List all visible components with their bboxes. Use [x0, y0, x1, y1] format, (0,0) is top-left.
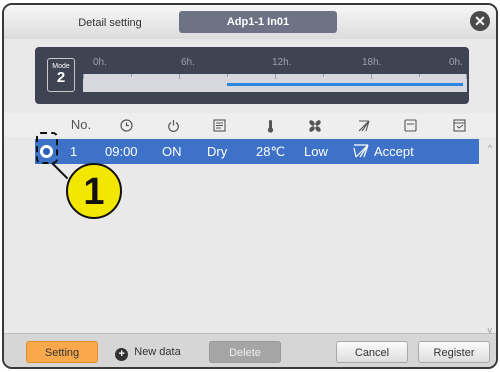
row-mode: Dry — [207, 144, 228, 159]
tab-unit-name[interactable]: Adp1-1 In01 — [179, 11, 337, 33]
timeline-tick — [83, 74, 84, 79]
clock-icon — [116, 116, 136, 134]
timeline-tick — [419, 74, 420, 77]
power-icon — [163, 116, 183, 134]
thermometer-icon — [260, 116, 280, 134]
timeline-tick — [371, 74, 372, 79]
timeline-tick — [227, 74, 228, 77]
table-row[interactable]: 1 09:00 ON Dry 28℃ Low Accept — [35, 139, 479, 164]
mode-icon — [209, 116, 229, 134]
timeline-tick — [466, 74, 467, 79]
timeline-tick — [131, 74, 132, 77]
hour-label-18: 18h. — [362, 57, 382, 68]
setting-button[interactable]: Setting — [26, 341, 98, 363]
delete-button[interactable]: Delete — [209, 341, 281, 363]
register-button[interactable]: Register — [418, 341, 490, 363]
row-time: 09:00 — [105, 144, 138, 159]
callout-highlight-box — [36, 132, 58, 164]
hour-label-0: 0h. — [93, 57, 107, 68]
title-bar: Detail setting Adp1-1 In01 ✕ — [4, 5, 496, 39]
permission-icon — [449, 116, 469, 134]
row-temp: 28℃ — [256, 144, 286, 159]
hour-label-12: 12h. — [272, 57, 292, 68]
operation-period-bar — [227, 83, 463, 86]
swing-icon — [353, 143, 369, 161]
schedule-timeline: Mode 2 0h. 6h. 12h. 18h. 0h. — [35, 47, 469, 104]
timeline-tick — [179, 74, 180, 79]
new-data-button[interactable]: + New data — [102, 341, 194, 363]
hour-label-24: 0h. — [449, 57, 463, 68]
scroll-up-icon[interactable]: ^ — [488, 143, 492, 153]
row-permission: Accept — [374, 144, 414, 159]
button-bar: Setting + New data Delete Cancel Register — [4, 333, 496, 367]
cancel-button[interactable]: Cancel — [336, 341, 408, 363]
timeline-track — [83, 74, 467, 92]
timeline-tick — [275, 74, 276, 79]
column-headers: No. — [4, 113, 496, 137]
new-data-label: New data — [134, 346, 181, 358]
mode-value: 2 — [56, 69, 66, 86]
louver-icon — [354, 116, 374, 134]
tab-detail-setting[interactable]: Detail setting — [50, 13, 170, 33]
filter-icon — [400, 116, 420, 134]
row-fan: Low — [304, 144, 328, 159]
hour-label-6: 6h. — [181, 57, 195, 68]
callout-number-badge: 1 — [66, 163, 122, 219]
row-power: ON — [162, 144, 182, 159]
row-no: 1 — [70, 144, 78, 159]
mode-indicator: Mode 2 — [47, 58, 75, 92]
header-no: No. — [70, 117, 92, 132]
close-icon[interactable]: ✕ — [470, 11, 490, 31]
plus-icon: + — [115, 348, 129, 361]
fan-icon — [305, 116, 325, 134]
timeline-tick — [323, 74, 324, 77]
